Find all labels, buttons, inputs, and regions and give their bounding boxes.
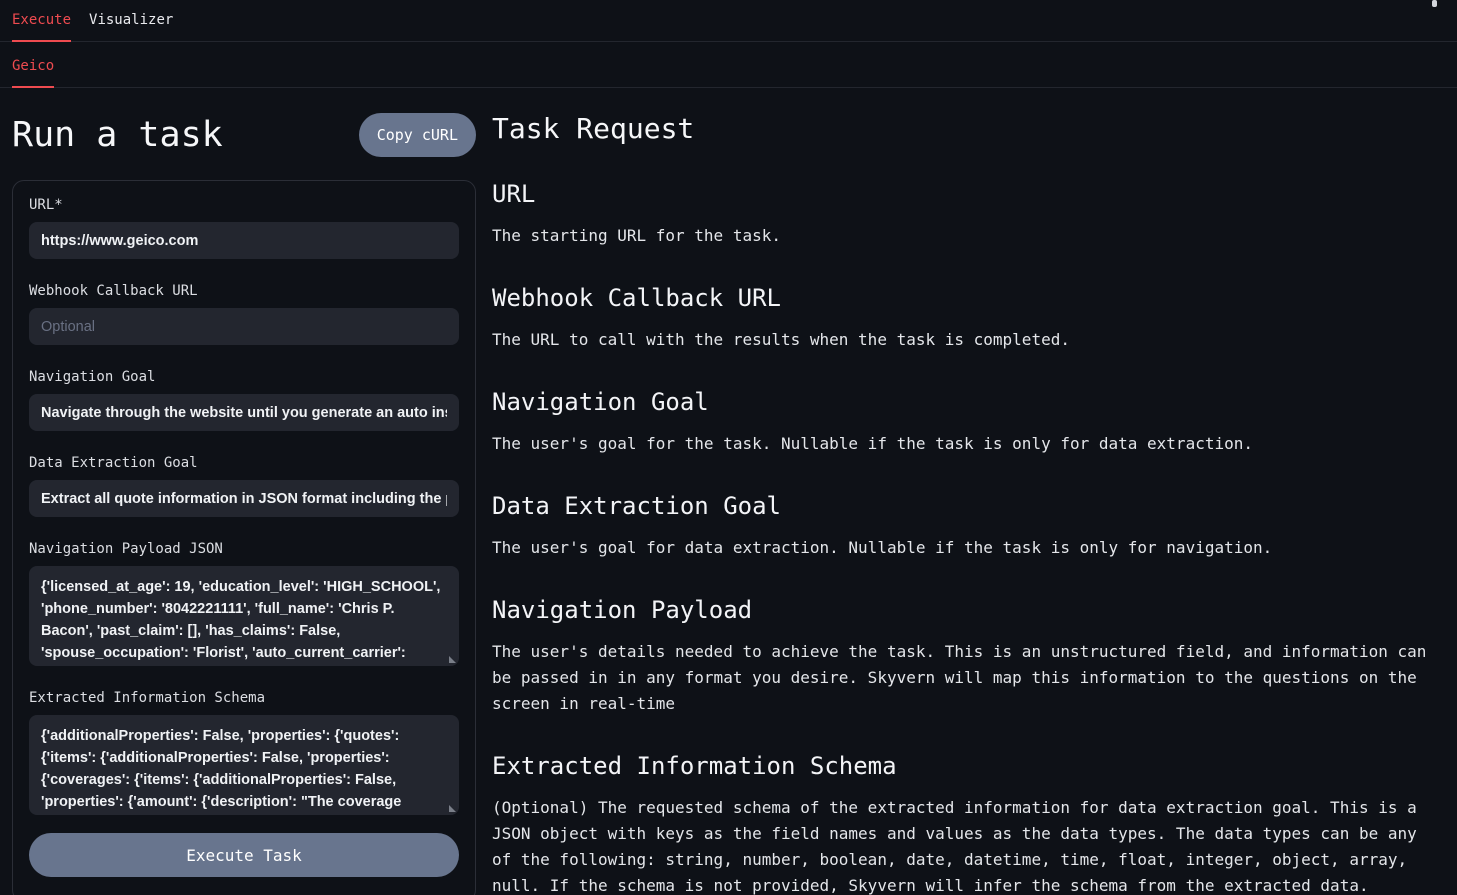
field-navigation-goal: Navigation Goal [29, 369, 459, 431]
doc-section-url: URL The starting URL for the task. [492, 180, 1440, 249]
tab-execute-label: Execute [12, 12, 71, 28]
doc-navigation-payload-body: The user's details needed to achieve the… [492, 639, 1440, 717]
main-tab-bar: Execute Visualizer [0, 0, 1457, 42]
doc-navigation-goal-heading: Navigation Goal [492, 388, 1440, 416]
field-webhook-callback-url: Webhook Callback URL [29, 283, 459, 345]
task-form-card: URL* Webhook Callback URL Navigation Goa… [12, 180, 476, 895]
doc-url-body: The starting URL for the task. [492, 223, 1440, 249]
doc-section-navigation-goal: Navigation Goal The user's goal for the … [492, 388, 1440, 457]
extracted-information-schema-label: Extracted Information Schema [29, 690, 459, 706]
resize-handle-icon[interactable] [449, 805, 456, 812]
webhook-callback-url-input[interactable] [29, 308, 459, 345]
navigation-goal-label: Navigation Goal [29, 369, 459, 385]
navigation-payload-json-label: Navigation Payload JSON [29, 541, 459, 557]
url-input[interactable] [29, 222, 459, 259]
resize-handle-icon[interactable] [449, 656, 456, 663]
doc-data-extraction-goal-heading: Data Extraction Goal [492, 492, 1440, 520]
main-content: Run a task Copy cURL URL* Webhook Callba… [0, 88, 1457, 895]
task-request-docs: Task Request URL The starting URL for th… [492, 88, 1440, 895]
doc-section-data-extraction-goal: Data Extraction Goal The user's goal for… [492, 492, 1440, 561]
url-label: URL* [29, 197, 459, 213]
doc-section-navigation-payload: Navigation Payload The user's details ne… [492, 596, 1440, 717]
task-request-title: Task Request [492, 112, 1440, 145]
tab-geico[interactable]: Geico [12, 58, 54, 88]
tab-visualizer-label: Visualizer [89, 12, 173, 28]
doc-webhook-heading: Webhook Callback URL [492, 284, 1440, 312]
doc-extracted-schema-body: (Optional) The requested schema of the e… [492, 795, 1440, 895]
tab-geico-label: Geico [12, 58, 54, 74]
navigation-payload-json-textarea[interactable]: {'licensed_at_age': 19, 'education_level… [29, 566, 459, 666]
page-title: Run a task [12, 115, 223, 155]
field-navigation-payload-json: Navigation Payload JSON {'licensed_at_ag… [29, 541, 459, 666]
run-task-panel: Run a task Copy cURL URL* Webhook Callba… [12, 88, 476, 895]
tab-visualizer[interactable]: Visualizer [89, 12, 173, 42]
data-extraction-goal-input[interactable] [29, 480, 459, 517]
navigation-goal-input[interactable] [29, 394, 459, 431]
execute-task-button[interactable]: Execute Task [29, 833, 459, 877]
extracted-information-schema-wrap: {'additionalProperties': False, 'propert… [29, 715, 459, 815]
doc-webhook-body: The URL to call with the results when th… [492, 327, 1440, 353]
extracted-information-schema-textarea[interactable]: {'additionalProperties': False, 'propert… [29, 715, 459, 815]
doc-navigation-payload-heading: Navigation Payload [492, 596, 1440, 624]
doc-data-extraction-goal-body: The user's goal for data extraction. Nul… [492, 535, 1440, 561]
webhook-callback-url-label: Webhook Callback URL [29, 283, 459, 299]
data-extraction-goal-label: Data Extraction Goal [29, 455, 459, 471]
doc-url-heading: URL [492, 180, 1440, 208]
field-data-extraction-goal: Data Extraction Goal [29, 455, 459, 517]
field-url: URL* [29, 197, 459, 259]
doc-extracted-schema-heading: Extracted Information Schema [492, 752, 1440, 780]
scrollbar-thumb[interactable] [1432, 0, 1437, 7]
doc-navigation-goal-body: The user's goal for the task. Nullable i… [492, 431, 1440, 457]
field-extracted-information-schema: Extracted Information Schema {'additiona… [29, 690, 459, 815]
run-task-header: Run a task Copy cURL [12, 112, 476, 158]
navigation-payload-json-wrap: {'licensed_at_age': 19, 'education_level… [29, 566, 459, 666]
doc-section-extracted-information-schema: Extracted Information Schema (Optional) … [492, 752, 1440, 895]
copy-curl-button[interactable]: Copy cURL [359, 113, 476, 157]
tab-execute[interactable]: Execute [12, 12, 71, 42]
task-tab-bar: Geico [0, 42, 1457, 88]
doc-section-webhook-callback-url: Webhook Callback URL The URL to call wit… [492, 284, 1440, 353]
